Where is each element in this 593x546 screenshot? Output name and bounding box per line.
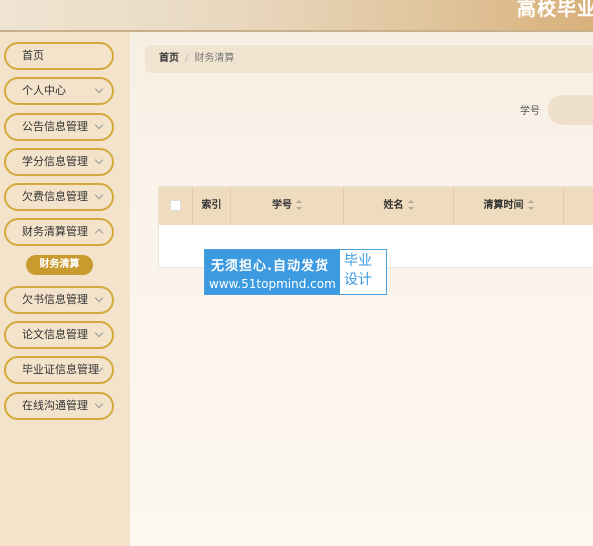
sidebar-item-label: 在线沟通管理 bbox=[22, 399, 88, 412]
select-all-checkbox[interactable] bbox=[170, 199, 181, 211]
top-header: 高校毕业 bbox=[0, 0, 593, 32]
sidebar-item-personal-center[interactable]: 个人中心 bbox=[4, 77, 114, 105]
sidebar-item-thesis[interactable]: 论文信息管理 bbox=[4, 321, 114, 349]
watermark-banner: 无须担心.自动发货 www.51topmind.com 毕业 设计 bbox=[204, 249, 387, 295]
watermark-left: 无须担心.自动发货 www.51topmind.com bbox=[205, 250, 340, 294]
column-header-student-id[interactable]: 学号 bbox=[231, 187, 344, 225]
column-header-index: 索引 bbox=[193, 187, 231, 225]
breadcrumb-home[interactable]: 首页 bbox=[159, 53, 179, 64]
sort-icon[interactable] bbox=[296, 200, 302, 210]
chevron-down-icon bbox=[94, 120, 104, 130]
column-header-label: 姓名 bbox=[383, 200, 404, 211]
chevron-down-icon bbox=[94, 190, 104, 200]
search-label: 学号 bbox=[520, 106, 540, 117]
watermark-line2: www.51topmind.com bbox=[209, 277, 336, 291]
sidebar-item-label: 欠书信息管理 bbox=[22, 293, 88, 306]
student-id-search-input[interactable] bbox=[548, 95, 593, 125]
sidebar-item-label: 个人中心 bbox=[22, 84, 66, 97]
app-title: 高校毕业 bbox=[516, 0, 593, 20]
sidebar-item-owed-books[interactable]: 欠书信息管理 bbox=[4, 286, 114, 314]
sidebar-item-home[interactable]: 首页 bbox=[4, 42, 114, 70]
sidebar-item-arrears[interactable]: 欠费信息管理 bbox=[4, 183, 114, 211]
select-all-cell bbox=[159, 187, 193, 225]
sidebar-item-label: 毕业证信息管理 bbox=[22, 363, 99, 376]
column-header-settlement-time[interactable]: 清算时间 bbox=[454, 187, 564, 225]
breadcrumb: 首页 / 财务清算 bbox=[145, 45, 593, 73]
breadcrumb-separator: / bbox=[185, 53, 189, 64]
breadcrumb-current: 财务清算 bbox=[194, 53, 235, 64]
column-header-label: 学号 bbox=[272, 200, 292, 211]
sidebar-item-label: 论文信息管理 bbox=[22, 328, 88, 341]
sort-icon[interactable] bbox=[527, 200, 534, 210]
chevron-down-icon bbox=[94, 328, 104, 338]
chevron-down-icon bbox=[94, 399, 104, 409]
chevron-down-icon bbox=[94, 293, 104, 303]
table-header: 索引 学号 姓名 清算时间 bbox=[159, 187, 593, 225]
sidebar-item-diploma[interactable]: 毕业证信息管理 bbox=[4, 356, 114, 384]
sidebar-item-notice[interactable]: 公告信息管理 bbox=[4, 113, 114, 141]
sidebar-item-finance[interactable]: 财务清算管理 bbox=[4, 218, 114, 246]
watermark-right-line1: 毕业 bbox=[344, 253, 372, 269]
watermark-right-line2: 设计 bbox=[344, 272, 372, 288]
sidebar-item-label: 财务清算管理 bbox=[22, 225, 88, 238]
chevron-down-icon bbox=[94, 84, 104, 94]
column-header-label: 索引 bbox=[201, 200, 222, 211]
chevron-down-icon bbox=[94, 155, 104, 165]
sort-icon[interactable] bbox=[407, 200, 414, 210]
column-header-label: 清算时间 bbox=[483, 200, 524, 211]
chevron-up-icon bbox=[94, 228, 104, 238]
watermark-right: 毕业 设计 bbox=[344, 252, 372, 290]
sidebar-item-label: 欠费信息管理 bbox=[22, 190, 88, 203]
column-header-name[interactable]: 姓名 bbox=[344, 187, 454, 225]
sidebar-item-chat[interactable]: 在线沟通管理 bbox=[4, 392, 114, 420]
sidebar-item-credits[interactable]: 学分信息管理 bbox=[4, 148, 114, 176]
watermark-line1: 无须担心.自动发货 bbox=[211, 259, 329, 274]
sidebar-item-label: 首页 bbox=[22, 49, 44, 62]
sidebar-item-label: 学分信息管理 bbox=[22, 155, 88, 168]
sidebar-subitem-finance-settlement[interactable]: 财务清算 bbox=[26, 255, 93, 275]
sidebar-item-label: 公告信息管理 bbox=[22, 120, 88, 133]
